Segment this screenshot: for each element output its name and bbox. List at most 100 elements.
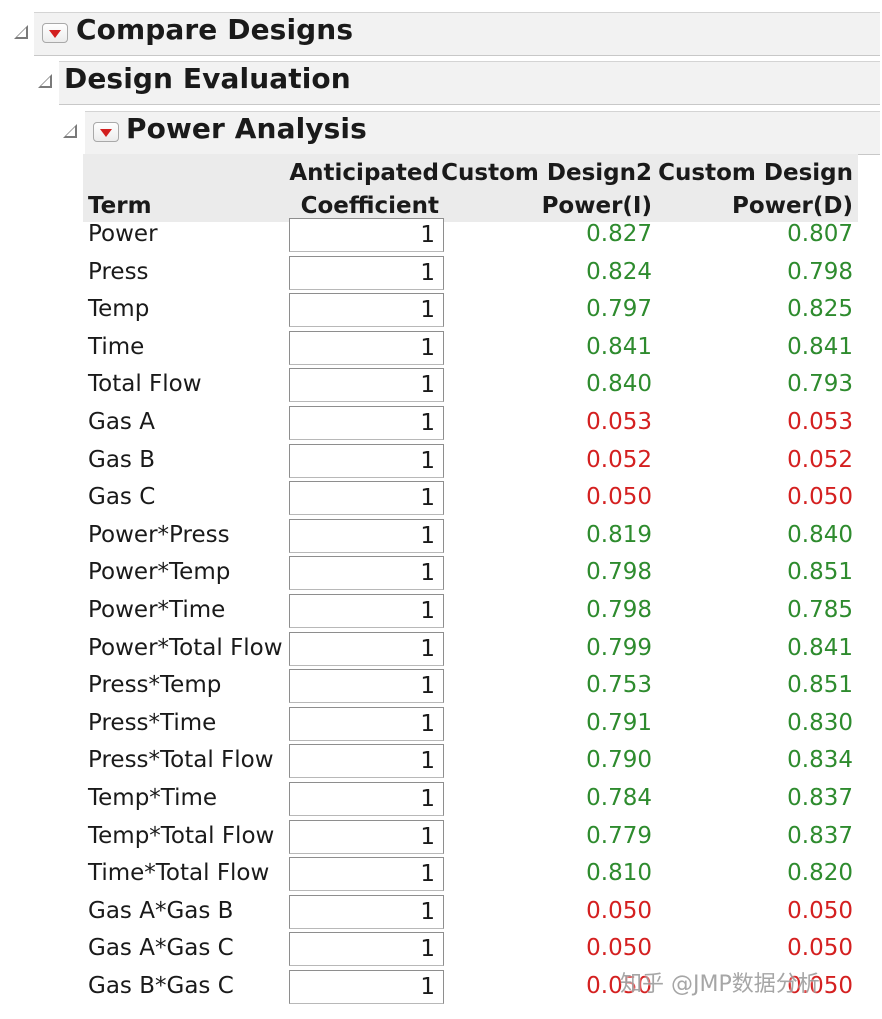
anticipated-coefficient-input[interactable]	[289, 443, 444, 478]
anticipated-coefficient-input[interactable]	[289, 594, 444, 628]
power-design2-cell: 0.798	[586, 559, 652, 586]
anticipated-coefficient-input[interactable]	[289, 631, 444, 666]
table-row: Press*Time 0.791 0.830	[0, 705, 882, 742]
table-row: Gas B 0.052 0.052	[0, 442, 882, 479]
column-header-design1-line1[interactable]: Custom Design	[658, 157, 853, 190]
anticipated-coefficient-input[interactable]	[289, 970, 444, 1004]
table-row: Power*Temp 0.798 0.851	[0, 554, 882, 591]
anticipated-coefficient-input[interactable]	[289, 255, 444, 290]
power-design2-cell: 0.050	[586, 935, 652, 962]
anticipated-coefficient-input[interactable]	[289, 782, 444, 816]
anticipated-coefficient-input[interactable]	[289, 556, 444, 591]
power-design1-cell: 0.820	[787, 860, 853, 887]
table-row: Power 0.827 0.807	[0, 216, 882, 253]
anticipated-coefficient-input[interactable]	[289, 819, 444, 854]
anticipated-coefficient-input[interactable]	[289, 518, 444, 553]
power-design1-cell: 0.825	[787, 296, 853, 323]
power-design2-cell: 0.753	[586, 672, 652, 699]
term-cell: Gas A	[88, 409, 155, 435]
anticipated-coefficient-input[interactable]	[289, 744, 444, 779]
table-row: Press*Temp 0.753 0.851	[0, 667, 882, 704]
table-row: Gas A 0.053 0.053	[0, 404, 882, 441]
disclosure-open-icon[interactable]	[14, 25, 28, 39]
anticipated-coefficient-input[interactable]	[289, 894, 444, 929]
power-design1-cell: 0.841	[787, 333, 853, 360]
power-design1-cell: 0.834	[787, 747, 853, 774]
term-cell: Power*Time	[88, 597, 226, 623]
term-cell: Total Flow	[88, 371, 202, 398]
power-design1-cell: 0.851	[787, 672, 853, 699]
outline-title-compare-designs: Compare Designs	[76, 13, 354, 46]
power-design2-cell: 0.827	[586, 221, 652, 247]
term-cell: Press*Time	[88, 709, 217, 736]
power-design1-cell: 0.050	[787, 897, 853, 924]
power-design2-cell: 0.824	[586, 258, 652, 285]
power-design1-cell: 0.841	[787, 634, 853, 661]
power-design2-cell: 0.840	[586, 371, 652, 398]
anticipated-coefficient-input[interactable]	[289, 669, 444, 704]
column-header-design2-line1[interactable]: Custom Design2	[441, 157, 652, 190]
power-design1-cell: 0.840	[787, 521, 853, 548]
anticipated-coefficient-input[interactable]	[289, 706, 444, 741]
watermark-text: 知乎 @JMP数据分析	[620, 972, 820, 997]
power-design1-cell: 0.807	[787, 221, 853, 247]
table-row: Time*Total Flow 0.810 0.820	[0, 855, 882, 892]
table-row: Temp*Time 0.784 0.837	[0, 780, 882, 817]
red-triangle-menu-icon[interactable]	[42, 23, 68, 43]
red-triangle-menu-icon[interactable]	[93, 122, 119, 142]
table-row: Power*Total Flow 0.799 0.841	[0, 630, 882, 667]
term-cell: Time	[88, 333, 145, 360]
term-cell: Press*Temp	[88, 672, 222, 699]
power-design1-cell: 0.793	[787, 371, 853, 398]
power-design1-cell: 0.837	[787, 785, 853, 811]
table-row: Gas C 0.050 0.050	[0, 479, 882, 516]
outline-title-design-evaluation: Design Evaluation	[64, 62, 351, 95]
term-cell: Gas C	[88, 484, 156, 511]
power-design1-cell: 0.785	[787, 597, 853, 623]
term-cell: Gas A*Gas B	[88, 897, 234, 924]
anticipated-coefficient-input[interactable]	[289, 857, 444, 892]
anticipated-coefficient-input[interactable]	[289, 293, 444, 328]
power-design2-cell: 0.797	[586, 296, 652, 323]
power-design2-cell: 0.819	[586, 521, 652, 548]
power-design1-cell: 0.851	[787, 559, 853, 586]
power-design2-cell: 0.779	[586, 822, 652, 849]
power-design1-cell: 0.050	[787, 935, 853, 962]
term-cell: Gas B	[88, 446, 155, 473]
disclosure-open-icon[interactable]	[63, 124, 77, 138]
anticipated-coefficient-input[interactable]	[289, 406, 444, 440]
table-row: Power*Time 0.798 0.785	[0, 592, 882, 629]
term-cell: Power	[88, 221, 158, 247]
power-design2-cell: 0.791	[586, 709, 652, 736]
anticipated-coefficient-input[interactable]	[289, 932, 444, 967]
term-cell: Power*Press	[88, 521, 230, 548]
power-design1-cell: 0.050	[787, 484, 853, 511]
table-row: Power*Press 0.819 0.840	[0, 517, 882, 554]
power-design2-cell: 0.050	[586, 897, 652, 924]
power-design2-cell: 0.784	[586, 785, 652, 811]
anticipated-coefficient-input[interactable]	[289, 218, 444, 252]
table-row: Gas A*Gas B 0.050 0.050	[0, 893, 882, 930]
table-row: Total Flow 0.840 0.793	[0, 366, 882, 403]
column-header-coefficient-line1[interactable]: Anticipated	[289, 157, 439, 190]
table-row: Gas A*Gas C 0.050 0.050	[0, 930, 882, 967]
table-row: Time 0.841 0.841	[0, 329, 882, 366]
anticipated-coefficient-input[interactable]	[289, 330, 444, 365]
disclosure-open-icon[interactable]	[38, 74, 52, 88]
power-design1-cell: 0.053	[787, 409, 853, 435]
term-cell: Gas A*Gas C	[88, 935, 234, 962]
power-design1-cell: 0.837	[787, 822, 853, 849]
term-cell: Temp*Total Flow	[88, 822, 275, 849]
power-design2-cell: 0.053	[586, 409, 652, 435]
term-cell: Time*Total Flow	[88, 860, 270, 887]
power-design2-cell: 0.798	[586, 597, 652, 623]
term-cell: Press*Total Flow	[88, 747, 274, 774]
term-cell: Temp*Time	[88, 785, 218, 811]
power-design2-cell: 0.052	[586, 446, 652, 473]
power-design1-cell: 0.830	[787, 709, 853, 736]
table-row: Press 0.824 0.798	[0, 254, 882, 291]
power-design1-cell: 0.798	[787, 258, 853, 285]
anticipated-coefficient-input[interactable]	[289, 481, 444, 516]
anticipated-coefficient-input[interactable]	[289, 368, 444, 403]
term-cell: Temp	[88, 296, 150, 323]
